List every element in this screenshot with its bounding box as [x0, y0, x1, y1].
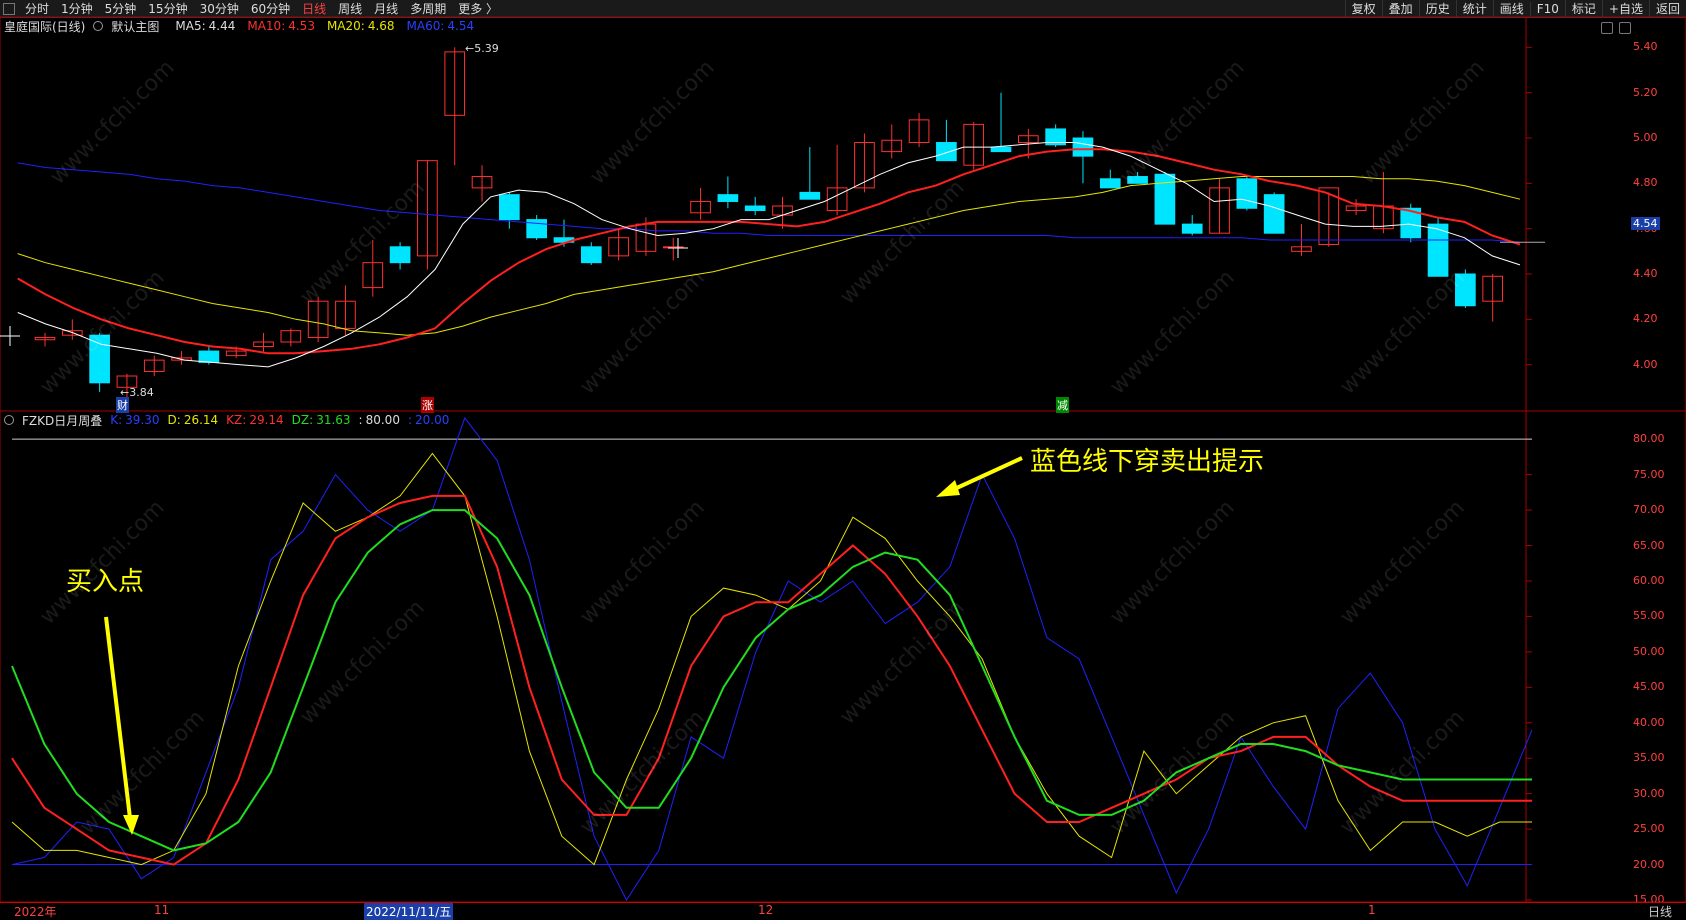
osc-tick-label: 75.00: [1633, 467, 1665, 481]
candle-body: [198, 350, 220, 363]
candle-body: [1455, 273, 1476, 307]
candle-body: [936, 142, 957, 162]
price-tick-label: 4.00: [1633, 357, 1658, 371]
high-price-label: ←5.39: [465, 42, 499, 55]
osc-tick-label: 80.00: [1633, 432, 1665, 446]
candle-body: [1127, 176, 1148, 184]
osc-tick-label: 55.00: [1633, 609, 1665, 623]
buy-arrow-line: [104, 616, 132, 819]
price-tick-label: 4.20: [1633, 312, 1658, 326]
sell-arrow-line: [947, 456, 1023, 494]
buy-annotation: 买入点: [66, 567, 145, 597]
limit-up-marker[interactable]: 涨: [421, 397, 434, 413]
candle-body: [499, 194, 520, 221]
chart-frame: [0, 16, 1686, 903]
osc-tick-label: 45.00: [1633, 680, 1665, 694]
date-label: 1: [1368, 903, 1376, 917]
osc-tick-label: 20.00: [1633, 857, 1665, 871]
candle-body: [1099, 178, 1121, 189]
current-price-tag: 4.54: [1631, 217, 1660, 230]
ma20-line: [17, 176, 1521, 336]
candle-body: [389, 246, 411, 264]
candle-body: [1072, 137, 1094, 157]
osc-tick-label: 65.00: [1633, 538, 1665, 552]
candle-body: [1263, 194, 1285, 234]
candle-body: [1236, 178, 1258, 209]
candle-body: [717, 194, 739, 202]
price-tick-label: 4.80: [1633, 176, 1658, 190]
finance-marker[interactable]: 财: [116, 397, 129, 413]
date-label: 12: [758, 903, 774, 917]
date-axis: [0, 902, 1686, 920]
candle-body: [990, 146, 1012, 153]
ma60-line: [17, 162, 1521, 243]
osc-tick-label: 25.00: [1633, 822, 1665, 836]
osc-tick-label: 40.00: [1633, 715, 1665, 729]
sell-arrow-head: [936, 480, 960, 497]
sell-annotation: 蓝色线下穿卖出提示: [1030, 447, 1265, 477]
price-tick-label: 5.00: [1633, 131, 1658, 144]
candle-body: [799, 191, 821, 200]
date-label: 2022年: [14, 905, 57, 919]
osc-tick-label: 30.00: [1633, 786, 1665, 800]
price-tick-label: 4.40: [1633, 267, 1658, 280]
chart-canvas[interactable]: [0, 0, 1686, 919]
k-series-line: [11, 416, 1533, 901]
period-label[interactable]: 日线: [1648, 903, 1672, 920]
osc-tick-label: 60.00: [1633, 573, 1665, 587]
osc-tick-label: 70.00: [1633, 503, 1665, 517]
date-label: 11: [154, 903, 170, 917]
candle-body: [744, 205, 766, 212]
candle-body: [580, 246, 602, 264]
d-series-line: [11, 452, 1532, 866]
price-tick-label: 5.40: [1633, 40, 1658, 54]
buy-arrow-head: [123, 815, 139, 835]
crosshair-date-label: 2022/11/11/五: [364, 903, 454, 920]
reduce-marker[interactable]: 减: [1056, 397, 1069, 413]
candle-body: [89, 334, 110, 384]
candle-body: [1427, 223, 1449, 277]
osc-tick-label: 50.00: [1633, 644, 1665, 658]
price-tick-label: 5.20: [1633, 85, 1658, 99]
candle-body: [1181, 223, 1203, 234]
osc-tick-label: 35.00: [1633, 751, 1665, 765]
